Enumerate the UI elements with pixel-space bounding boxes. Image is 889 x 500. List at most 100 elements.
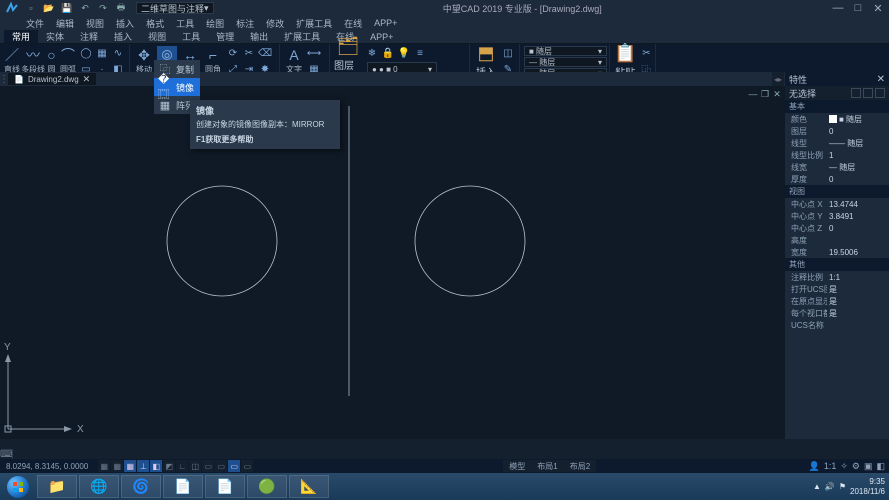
prop-row[interactable]: 线型比例1 xyxy=(785,149,889,161)
minimize-button[interactable]: — xyxy=(831,2,845,14)
tray-volume-icon[interactable]: 🔊 xyxy=(825,482,835,491)
prop-row[interactable]: 中心点 Z0 xyxy=(785,222,889,234)
lineweight-combo[interactable]: — 随层▾ xyxy=(524,57,607,67)
taskbar-app-1[interactable]: 🌐 xyxy=(79,475,119,498)
start-button[interactable] xyxy=(0,473,36,500)
menu-修改[interactable]: 修改 xyxy=(260,17,290,30)
status-mode-2[interactable]: ▦ xyxy=(124,460,136,472)
prop-row[interactable]: 在原点显示 UCS…是 xyxy=(785,295,889,307)
menu-文件[interactable]: 文件 xyxy=(20,17,50,30)
prop-row[interactable]: 线宽— 随层 xyxy=(785,161,889,173)
cut-icon[interactable]: ✂ xyxy=(639,46,653,60)
status-mode-11[interactable]: ▭ xyxy=(241,460,253,472)
circle-0[interactable] xyxy=(167,186,277,296)
status-mode-4[interactable]: ◧ xyxy=(150,460,162,472)
prop-section-视图[interactable]: 视图 xyxy=(785,185,889,198)
circle-1[interactable] xyxy=(415,186,525,296)
dim-icon[interactable]: ⟷ xyxy=(307,46,321,60)
prop-row[interactable]: 注释比例1:1 xyxy=(785,271,889,283)
status-mode-9[interactable]: ▭ xyxy=(215,460,227,472)
qat-print-icon[interactable]: 🖶 xyxy=(114,1,128,15)
prop-row[interactable]: 线型—— 随层 xyxy=(785,137,889,149)
qat-undo-icon[interactable]: ↶ xyxy=(78,1,92,15)
quickselect-icon[interactable] xyxy=(851,88,861,98)
layer-freeze-icon[interactable]: ❄ xyxy=(365,46,379,60)
properties-close-icon[interactable]: ✕ xyxy=(877,74,885,85)
ribbon-tab-APP+[interactable]: APP+ xyxy=(362,32,401,42)
status-right-5[interactable]: ◧ xyxy=(876,461,885,472)
status-right-2[interactable]: ✧ xyxy=(840,461,848,472)
layer-off-icon[interactable]: 💡 xyxy=(397,46,411,60)
menu-编辑[interactable]: 编辑 xyxy=(50,17,80,30)
spline-icon[interactable]: ∿ xyxy=(111,46,125,60)
create-block-icon[interactable]: ◫ xyxy=(501,46,515,60)
taskbar-app-3[interactable]: 📄 xyxy=(163,475,203,498)
workspace-combo[interactable]: 二维草图与注释 ▾ xyxy=(136,2,214,14)
layout-tab-布局1[interactable]: 布局1 xyxy=(531,460,563,472)
layer-lock-icon[interactable]: 🔒 xyxy=(381,46,395,60)
status-mode-1[interactable]: ▦ xyxy=(111,460,123,472)
document-tab[interactable]: 📄 Drawing2.dwg ✕ xyxy=(8,73,96,85)
taskbar-app-4[interactable]: 📄 xyxy=(205,475,245,498)
tray-up-icon[interactable]: ▲ xyxy=(813,482,821,491)
prop-row[interactable]: 中心点 Y3.8491 xyxy=(785,210,889,222)
ellipse-icon[interactable]: ◯ xyxy=(79,46,93,60)
prop-row[interactable]: 厚度0 xyxy=(785,173,889,185)
status-mode-6[interactable]: ∟ xyxy=(176,460,188,472)
status-mode-5[interactable]: ◩ xyxy=(163,460,175,472)
close-button[interactable]: ✕ xyxy=(871,2,885,14)
ribbon-tab-注释[interactable]: 注释 xyxy=(72,30,106,43)
taskbar-app-5[interactable]: 🟢 xyxy=(247,475,287,498)
maximize-button[interactable]: □ xyxy=(851,2,865,14)
selobj-icon[interactable] xyxy=(875,88,885,98)
status-mode-10[interactable]: ▭ xyxy=(228,460,240,472)
layer-match-icon[interactable]: ≡ xyxy=(413,46,427,60)
menu-扩展工具[interactable]: 扩展工具 xyxy=(290,17,338,30)
menu-APP+[interactable]: APP+ xyxy=(368,18,403,28)
menu-工具[interactable]: 工具 xyxy=(170,17,200,30)
tray-flag-icon[interactable]: ⚑ xyxy=(839,482,846,491)
qat-open-icon[interactable]: 📂 xyxy=(42,1,56,15)
prop-row[interactable]: 宽度19.5006 xyxy=(785,246,889,258)
menu-插入[interactable]: 插入 xyxy=(110,17,140,30)
ribbon-tab-常用[interactable]: 常用 xyxy=(4,30,38,43)
ribbon-tab-扩展工具[interactable]: 扩展工具 xyxy=(276,30,328,43)
menu-标注[interactable]: 标注 xyxy=(230,17,260,30)
qat-new-icon[interactable]: ▫ xyxy=(24,1,38,15)
prop-row[interactable]: 每个视口都显示 …是 xyxy=(785,307,889,319)
status-right-0[interactable]: 👤 xyxy=(809,461,820,472)
prop-row[interactable]: 颜色 ■ 随层 xyxy=(785,113,889,125)
command-input[interactable] xyxy=(12,449,889,459)
prop-section-基本[interactable]: 基本 xyxy=(785,100,889,113)
status-right-4[interactable]: ▣ xyxy=(864,461,873,472)
ribbon-tab-输出[interactable]: 输出 xyxy=(242,30,276,43)
dropdown-item-镜像[interactable]: �⿴镜像 xyxy=(154,78,200,96)
status-mode-8[interactable]: ▭ xyxy=(202,460,214,472)
menu-视图[interactable]: 视图 xyxy=(80,17,110,30)
taskbar-app-0[interactable]: 📁 xyxy=(37,475,77,498)
doc-handle-icon[interactable]: ⋮ xyxy=(0,73,8,85)
menu-绘图[interactable]: 绘图 xyxy=(200,17,230,30)
status-mode-0[interactable]: ▦ xyxy=(98,460,110,472)
hatch-icon[interactable]: ▦ xyxy=(95,46,109,60)
prop-section-其他[interactable]: 其他 xyxy=(785,258,889,271)
canvas[interactable]: X Y xyxy=(0,86,785,439)
prop-row[interactable]: 打开UCS图标是 xyxy=(785,283,889,295)
ribbon-tab-工具[interactable]: 工具 xyxy=(174,30,208,43)
prop-row[interactable]: 图层0 xyxy=(785,125,889,137)
layout-tab-模型[interactable]: 模型 xyxy=(503,460,531,472)
drawing-area[interactable]: — ❐ ✕ X Y xyxy=(0,86,785,439)
layout-tab-布局2[interactable]: 布局2 xyxy=(564,460,596,472)
prop-row[interactable]: UCS名称 xyxy=(785,319,889,331)
prop-row[interactable]: 中心点 X13.4744 xyxy=(785,198,889,210)
status-mode-3[interactable]: ⊥ xyxy=(137,460,149,472)
qat-save-icon[interactable]: 💾 xyxy=(60,1,74,15)
prop-row[interactable]: 高度 xyxy=(785,234,889,246)
taskbar-app-6[interactable]: 📐 xyxy=(289,475,329,498)
nav-handle-icon[interactable]: ◂▸ xyxy=(772,72,784,86)
clock[interactable]: 9:35 2018/11/6 xyxy=(850,477,885,497)
doctab-close-icon[interactable]: ✕ xyxy=(83,74,91,85)
ribbon-tab-视图[interactable]: 视图 xyxy=(140,30,174,43)
ribbon-tab-实体[interactable]: 实体 xyxy=(38,30,72,43)
status-right-1[interactable]: 1:1 xyxy=(824,461,837,471)
